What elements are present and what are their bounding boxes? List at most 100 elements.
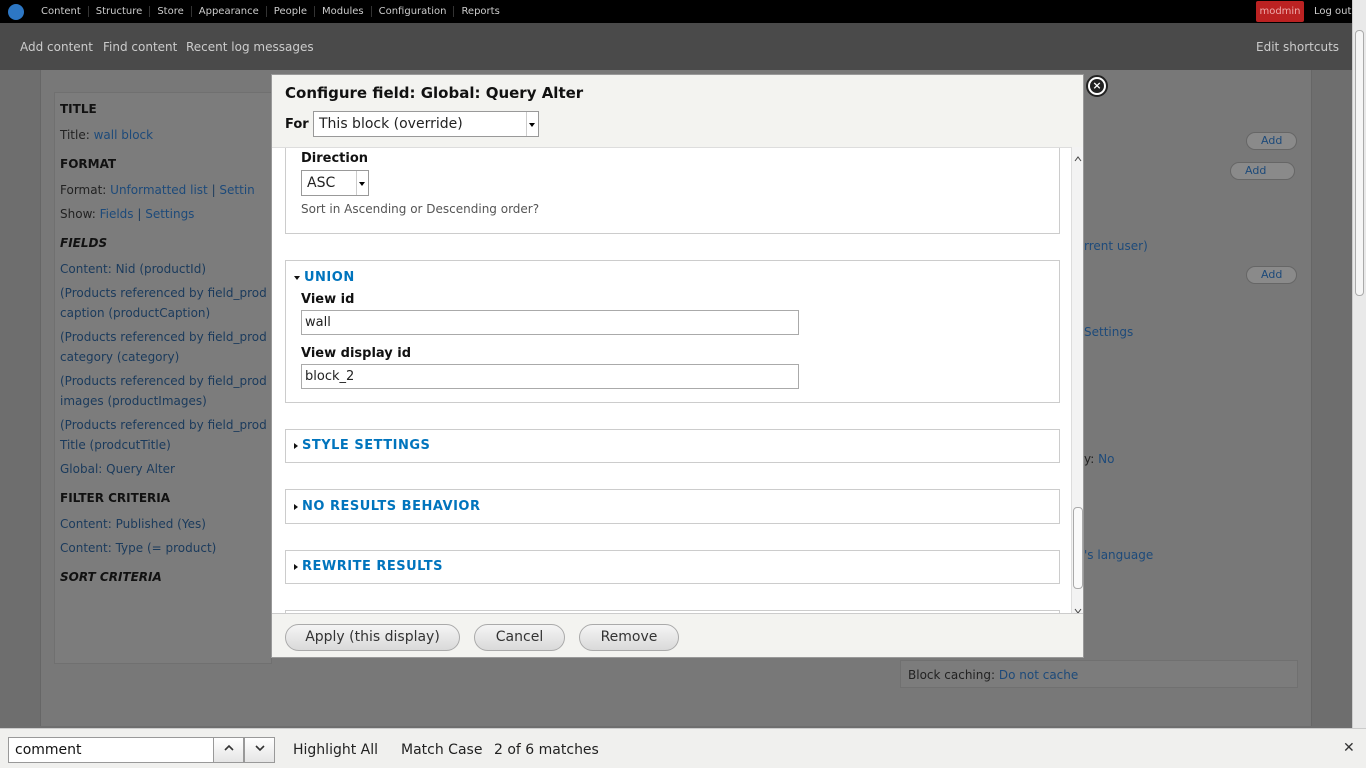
show-fields-link[interactable]: Fields: [100, 207, 134, 221]
block-caching-setting: Block caching: Do not cache: [908, 668, 1078, 682]
shortcut-add-content[interactable]: Add content: [20, 40, 93, 54]
show-label: Show:: [60, 207, 96, 221]
for-select[interactable]: This block (override): [313, 111, 539, 137]
dialog-scrollbar[interactable]: [1071, 147, 1083, 614]
menu-item-appearance[interactable]: Appearance: [190, 6, 266, 17]
find-previous-button[interactable]: [213, 737, 244, 763]
menu-item-modules[interactable]: Modules: [314, 6, 371, 17]
page-scrollbar[interactable]: [1352, 0, 1366, 728]
dialog-scrollbar-thumb[interactable]: [1073, 507, 1083, 589]
view-id-input[interactable]: wall: [301, 310, 799, 335]
triangle-right-icon: [294, 503, 298, 510]
no-results-title: NO RESULTS BEHAVIOR: [302, 499, 481, 514]
menu-item-reports[interactable]: Reports: [453, 6, 506, 17]
configure-field-dialog: Configure field: Global: Query Alter For…: [271, 74, 1084, 658]
filter-item[interactable]: Content: Published (Yes): [60, 517, 206, 531]
no-results-toggle[interactable]: NO RESULTS BEHAVIOR: [294, 499, 480, 514]
remove-button[interactable]: Remove: [579, 624, 679, 651]
direction-select-value: ASC: [307, 175, 336, 191]
field-item[interactable]: Title (prodcutTitle): [60, 438, 171, 452]
field-item[interactable]: images (productImages): [60, 394, 207, 408]
shortcut-recent-log[interactable]: Recent log messages: [186, 40, 314, 54]
show-settings-link[interactable]: Settings: [145, 207, 194, 221]
triangle-down-icon: [294, 275, 300, 280]
menu-item-structure[interactable]: Structure: [87, 6, 150, 17]
highlight-all-toggle[interactable]: Highlight All: [293, 742, 378, 758]
admin-toolbar: Content Structure Store Appearance Peopl…: [0, 0, 1366, 23]
style-settings-title: STYLE SETTINGS: [302, 438, 431, 453]
triangle-right-icon: [294, 563, 298, 570]
find-bar-close-icon[interactable]: ✕: [1343, 740, 1355, 756]
add-button[interactable]: Add: [1246, 132, 1298, 150]
shortcuts-bar: Add content Find content Recent log mess…: [0, 23, 1352, 70]
field-item[interactable]: caption (productCaption): [60, 306, 210, 320]
field-item[interactable]: (Products referenced by field_prod: [60, 374, 267, 388]
dialog-scroll-content: Direction ASC Sort in Ascending or Desce…: [272, 147, 1083, 613]
for-select-value: This block (override): [319, 116, 463, 132]
apply-button[interactable]: Apply (this display): [285, 624, 460, 651]
field-item[interactable]: Global: Query Alter: [60, 462, 175, 476]
page-scrollbar-thumb[interactable]: [1355, 30, 1364, 296]
rewrite-results-toggle[interactable]: REWRITE RESULTS: [294, 559, 443, 574]
close-icon: ×: [1090, 79, 1104, 93]
dialog-close-button[interactable]: ×: [1086, 75, 1108, 97]
menu-item-store[interactable]: Store: [149, 6, 190, 17]
menu-item-configuration[interactable]: Configuration: [370, 6, 454, 17]
language-setting[interactable]: 's language: [1084, 548, 1153, 562]
scroll-down-icon[interactable]: [1073, 601, 1083, 614]
match-case-toggle[interactable]: Match Case: [401, 742, 482, 758]
section-filter-heading: FILTER CRITERIA: [60, 491, 171, 505]
menu-item-people[interactable]: People: [265, 6, 314, 17]
find-next-button[interactable]: [244, 737, 275, 763]
for-label: For: [285, 117, 309, 132]
find-bar: comment Highlight All Match Case 2 of 6 …: [0, 728, 1366, 768]
field-item[interactable]: Content: Nid (productId): [60, 262, 206, 276]
relationship-current-user[interactable]: rrent user): [1084, 239, 1148, 253]
section-format-heading: FORMAT: [60, 157, 117, 171]
section-sort-heading: SORT CRITERIA: [60, 570, 162, 584]
chevron-down-icon: [526, 112, 535, 136]
field-item[interactable]: (Products referenced by field_prod: [60, 286, 267, 300]
no-results-fieldset: NO RESULTS BEHAVIOR: [285, 489, 1060, 524]
section-title-heading: TITLE: [60, 102, 97, 116]
edit-shortcuts-link[interactable]: Edit shortcuts: [1256, 40, 1339, 54]
style-settings-toggle[interactable]: STYLE SETTINGS: [294, 438, 430, 453]
add-dropdown-button[interactable]: Add: [1230, 162, 1296, 180]
union-title: UNION: [304, 270, 355, 285]
direction-select[interactable]: ASC: [301, 170, 369, 196]
chevron-down-icon: [356, 171, 365, 195]
title-label: Title:: [60, 128, 90, 142]
field-item[interactable]: (Products referenced by field_prod: [60, 330, 267, 344]
user-account-link[interactable]: modmin: [1256, 1, 1304, 22]
add-button[interactable]: Add: [1246, 266, 1298, 284]
dialog-button-bar: Apply (this display) Cancel Remove: [272, 613, 1083, 657]
drupal-logo-icon[interactable]: [8, 4, 24, 20]
setting-no-link[interactable]: No: [1098, 452, 1114, 466]
admin-menu: Content Structure Store Appearance Peopl…: [34, 0, 507, 23]
union-fieldset: UNION View id wall View display id block…: [285, 260, 1060, 403]
title-link[interactable]: wall block: [94, 128, 154, 142]
triangle-right-icon: [294, 442, 298, 449]
show-setting: Show: Fields | Settings: [60, 207, 195, 221]
field-item[interactable]: (Products referenced by field_prod: [60, 418, 267, 432]
union-toggle[interactable]: UNION: [294, 270, 355, 285]
view-display-id-input[interactable]: block_2: [301, 364, 799, 389]
view-display-id-label: View display id: [301, 346, 412, 361]
settings-link[interactable]: Settings: [1084, 325, 1133, 339]
menu-item-content[interactable]: Content: [34, 6, 88, 17]
chevron-down-icon: [254, 745, 265, 752]
logout-link[interactable]: Log out: [1314, 0, 1351, 23]
shortcut-find-content[interactable]: Find content: [103, 40, 177, 54]
setting-no-label: y:: [1084, 452, 1095, 466]
cancel-button[interactable]: Cancel: [474, 624, 565, 651]
scroll-up-icon[interactable]: [1073, 149, 1083, 162]
format-settings-link[interactable]: Settin: [219, 183, 254, 197]
field-item[interactable]: category (category): [60, 350, 179, 364]
filter-item[interactable]: Content: Type (= product): [60, 541, 216, 555]
format-link[interactable]: Unformatted list: [110, 183, 208, 197]
direction-fieldset: Direction ASC Sort in Ascending or Desce…: [285, 148, 1060, 234]
section-fields-heading: FIELDS: [60, 236, 108, 250]
find-input[interactable]: comment: [8, 737, 214, 763]
block-caching-link[interactable]: Do not cache: [999, 668, 1078, 682]
view-id-label: View id: [301, 292, 355, 307]
